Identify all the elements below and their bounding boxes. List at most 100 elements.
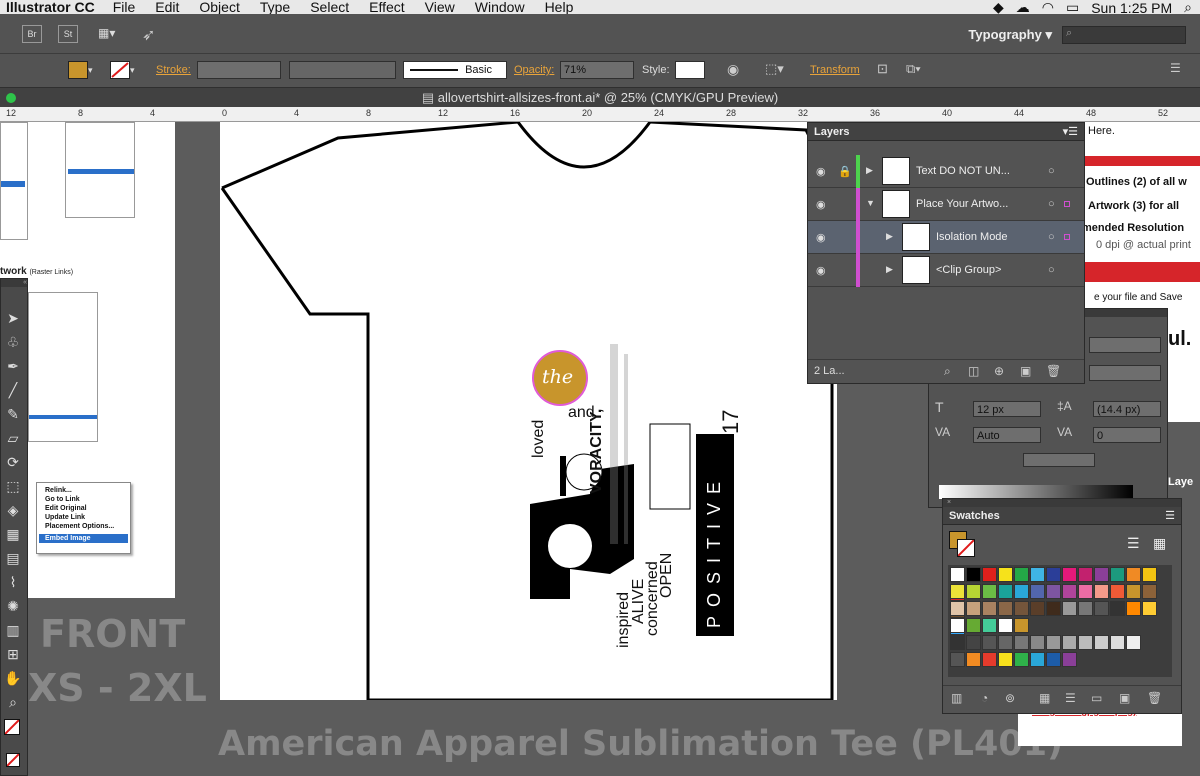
color-group-icon[interactable]: ▦ [1039, 691, 1050, 705]
delete-layer-icon[interactable]: 🗑 [1046, 364, 1061, 378]
swatches-panel[interactable]: × Swatches ☰ ☰ ▦ ▥ ◔ ⊚ ▦ ☰ ▭ ▣ 🗑 [942, 498, 1182, 714]
opacity-field[interactable]: 71% [560, 61, 634, 79]
swatches-close-icon[interactable]: × [943, 499, 1181, 507]
menu-file[interactable]: File [113, 0, 136, 14]
clock[interactable]: Sun 1:25 PM [1091, 0, 1172, 14]
color-swatch[interactable] [1046, 635, 1061, 650]
app-name-menu[interactable]: Illustrator CC [6, 0, 95, 14]
color-swatch[interactable] [1014, 618, 1029, 633]
eraser-tool-icon[interactable]: ▱ [3, 429, 23, 447]
color-swatch[interactable] [966, 601, 981, 616]
layer-row-clip-group[interactable]: ◉ ▶ <Clip Group> ○ [808, 254, 1084, 287]
none-swatch-icon[interactable] [6, 753, 20, 767]
menu-view[interactable]: View [425, 0, 455, 14]
fill-color-swatch[interactable] [68, 61, 88, 79]
swatch-options-icon[interactable]: ⊚ [1005, 691, 1015, 705]
isolate-icon[interactable]: ⊡ [877, 61, 888, 79]
locate-object-icon[interactable]: ⌕ [944, 364, 951, 379]
layer-row-isolation-mode[interactable]: ◉ ▶ Isolation Mode ○ [808, 221, 1084, 254]
menu-help[interactable]: Help [545, 0, 574, 14]
color-swatch[interactable] [966, 618, 981, 633]
color-swatch[interactable] [1062, 567, 1077, 582]
color-swatch[interactable] [1030, 635, 1045, 650]
layer-name[interactable]: Isolation Mode [936, 231, 1008, 243]
spotlight-search-icon[interactable]: ⌕ [1184, 0, 1192, 14]
color-swatch[interactable] [1110, 584, 1125, 599]
color-swatch[interactable] [1014, 567, 1029, 582]
help-search-input[interactable]: ⌕ [1062, 26, 1186, 44]
color-swatch[interactable] [1126, 584, 1141, 599]
new-color-group-icon[interactable]: ▭ [1091, 691, 1102, 705]
menu-window[interactable]: Window [475, 0, 525, 14]
color-swatch[interactable] [966, 635, 981, 650]
canvas-area[interactable]: twork (Raster Links) Relink... Go to Lin… [0, 122, 1200, 776]
color-swatch[interactable] [1110, 635, 1125, 650]
color-swatch[interactable] [950, 601, 965, 616]
workspace-switcher[interactable]: Typography ▾ [968, 27, 1052, 43]
color-swatch[interactable] [1126, 601, 1141, 616]
leading-field[interactable]: (14.4 px) [1093, 401, 1161, 417]
recolor-artwork-icon[interactable]: ◉ [727, 61, 739, 79]
eyedropper-tool-icon[interactable]: ⌇ [3, 573, 23, 591]
color-swatch[interactable] [1062, 635, 1077, 650]
target-circle-icon[interactable]: ○ [1048, 165, 1055, 177]
swatch-grid[interactable] [948, 565, 1172, 677]
delete-swatch-icon[interactable]: 🗑 [1147, 691, 1162, 705]
expand-arrow-icon[interactable]: ▶ [866, 165, 873, 176]
swatches-menu-icon[interactable]: ☰ [1165, 507, 1175, 525]
selection-tool-icon[interactable]: ➤ [3, 309, 23, 327]
fill-stroke-indicator[interactable] [4, 719, 20, 735]
color-swatch[interactable] [1094, 567, 1109, 582]
tools-collapse-icon[interactable]: « [1, 279, 27, 287]
color-swatch[interactable] [1062, 601, 1077, 616]
cloud-icon[interactable]: ☁ [1016, 0, 1030, 14]
dropbox-icon[interactable]: ◆ [993, 0, 1004, 14]
expand-arrow-icon[interactable]: ▶ [886, 264, 893, 275]
graphic-style-dropdown[interactable] [675, 61, 705, 79]
pen-tool-icon[interactable]: ✒ [3, 357, 23, 375]
color-swatch[interactable] [966, 584, 981, 599]
color-swatch[interactable] [1062, 584, 1077, 599]
gradient-slider[interactable] [939, 485, 1133, 499]
feather-icon[interactable]: ➶ [142, 25, 155, 45]
hand-tool-icon[interactable]: ✋ [3, 669, 23, 687]
selection-square-icon[interactable] [1064, 201, 1070, 207]
grid-view-icon[interactable]: ▦ [1153, 535, 1166, 552]
visibility-eye-icon[interactable]: ◉ [816, 165, 830, 179]
color-swatch[interactable] [1078, 584, 1093, 599]
symbol-sprayer-icon[interactable]: ✺ [3, 597, 23, 615]
stroke-weight-field[interactable] [197, 61, 281, 79]
layers-panel-header[interactable]: Layers ▾☰ [808, 123, 1084, 141]
expand-arrow-icon[interactable]: ▶ [886, 231, 893, 242]
visibility-eye-icon[interactable]: ◉ [816, 198, 830, 212]
color-swatch[interactable] [982, 567, 997, 582]
shape-builder-tool-icon[interactable]: ◈ [3, 501, 23, 519]
swatches-panel-header[interactable]: Swatches ☰ [943, 507, 1181, 525]
fill-dropdown-icon[interactable]: ▾ [88, 61, 98, 79]
arrange-documents-icon[interactable]: ▦▾ [98, 26, 126, 42]
clipping-mask-icon[interactable]: ◫ [968, 364, 979, 378]
color-swatch[interactable] [982, 635, 997, 650]
color-swatch[interactable] [1014, 635, 1029, 650]
color-swatch[interactable] [1078, 635, 1093, 650]
menu-select[interactable]: Select [310, 0, 349, 14]
rotate-tool-icon[interactable]: ⟳ [3, 453, 23, 471]
battery-icon[interactable]: ▭ [1066, 0, 1079, 14]
active-stroke-swatch[interactable] [957, 539, 975, 557]
lock-icon[interactable]: 🔒 [838, 165, 852, 178]
show-kinds-icon[interactable]: ◔ [981, 691, 988, 705]
layers-menu-icon[interactable]: ▾☰ [1063, 123, 1078, 141]
layer-row-text[interactable]: ◉ 🔒 ▶ Text DO NOT UN... ○ [808, 155, 1084, 188]
layer-name[interactable]: Place Your Artwo... [916, 198, 1008, 210]
font-size-field[interactable]: 12 px [973, 401, 1041, 417]
column-graph-tool-icon[interactable]: ▥ [3, 621, 23, 639]
kerning-field[interactable]: Auto [973, 427, 1041, 443]
gradient-tool-icon[interactable]: ▤ [3, 549, 23, 567]
color-swatch[interactable] [1046, 567, 1061, 582]
color-swatch[interactable] [982, 601, 997, 616]
color-swatch[interactable] [1014, 601, 1029, 616]
stroke-dropdown-icon[interactable]: ▾ [130, 61, 140, 79]
main-artboard[interactable]: the loved and VORACITY, inspired ALIVE c… [220, 122, 837, 702]
layer-name[interactable]: Text DO NOT UN... [916, 165, 1010, 177]
color-swatch[interactable] [1126, 635, 1141, 650]
